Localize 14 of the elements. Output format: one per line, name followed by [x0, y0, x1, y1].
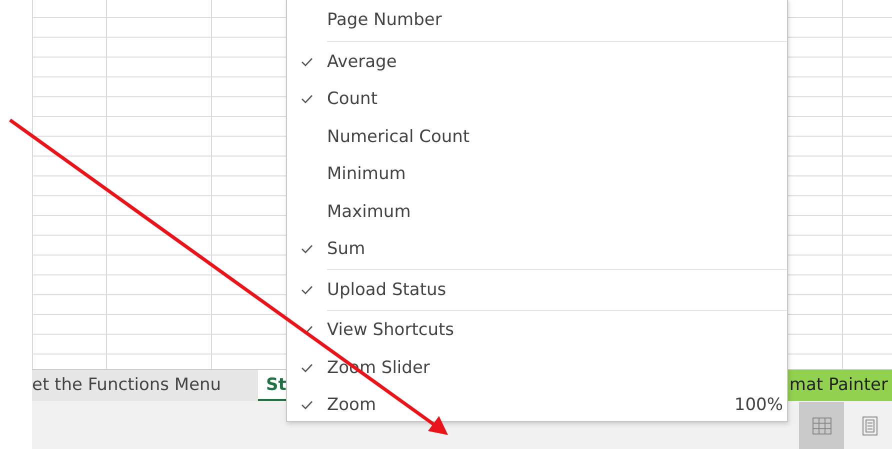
menu-item[interactable]: Minimum — [287, 156, 787, 193]
grid-icon — [812, 416, 832, 434]
menu-item[interactable]: Average — [287, 43, 787, 80]
menu-item[interactable]: Numerical Count — [287, 118, 787, 156]
menu-item[interactable]: Count — [287, 80, 787, 118]
menu-item[interactable]: Page Number — [287, 0, 787, 40]
menu-item[interactable]: Maximum — [287, 193, 787, 230]
normal-view-button[interactable] — [799, 402, 844, 449]
menu-item-value: 100% — [734, 395, 784, 416]
menu-item[interactable]: View Shortcuts — [287, 312, 787, 349]
menu-item[interactable]: Sum — [287, 230, 787, 268]
page-icon — [862, 416, 878, 436]
sheet-tab[interactable]: et the Functions Menu — [32, 370, 258, 401]
menu-item[interactable]: Upload Status — [287, 271, 787, 308]
